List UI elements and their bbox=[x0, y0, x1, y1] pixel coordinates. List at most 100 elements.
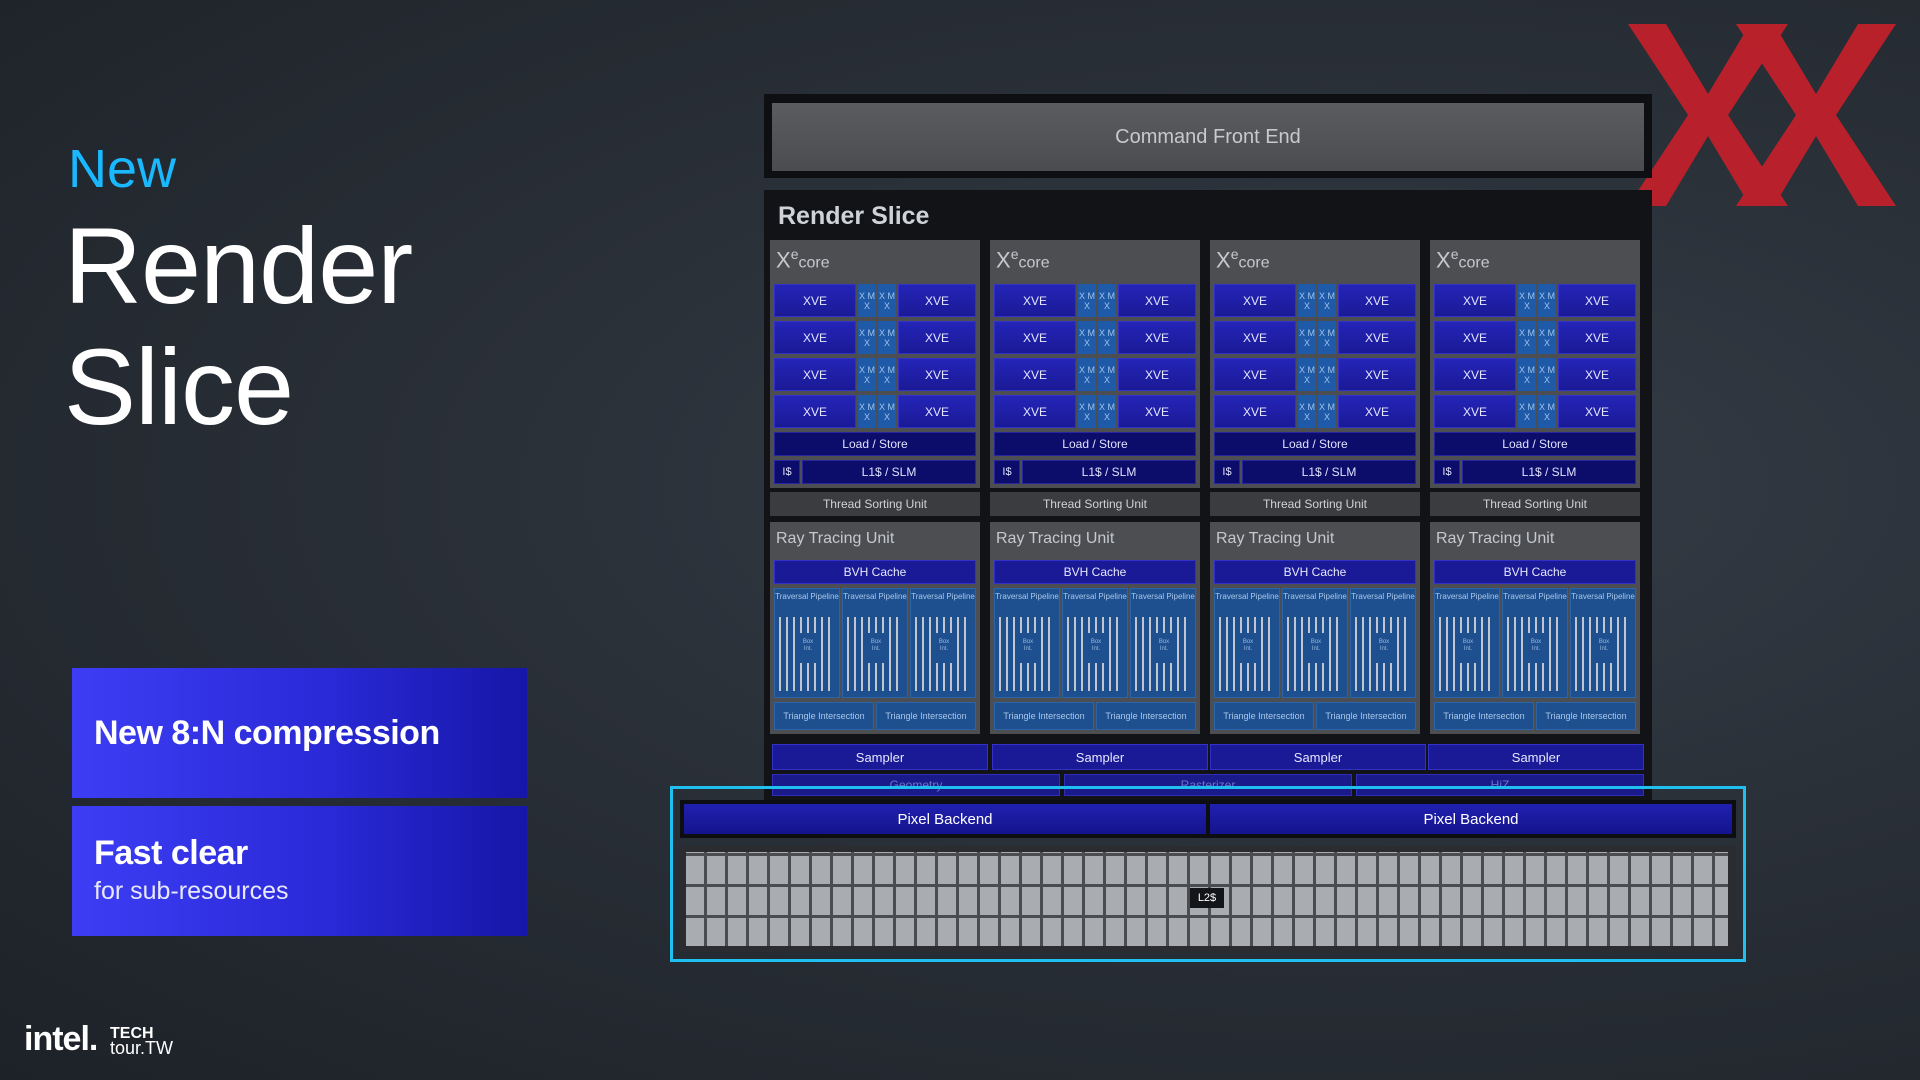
xve-unit: XVE bbox=[994, 321, 1076, 354]
xmx-unit: X M X bbox=[1318, 321, 1336, 354]
xve-unit: XVE bbox=[994, 284, 1076, 317]
xe-core-3: Xecore XVE X M X X M X XVE XVE X M X X M… bbox=[1210, 240, 1420, 488]
bvh-cache: BVH Cache bbox=[1434, 560, 1636, 584]
xve-unit: XVE bbox=[1558, 358, 1636, 391]
l1-slm: L1$ / SLM bbox=[1462, 460, 1636, 484]
xve-unit: XVE bbox=[1434, 358, 1516, 391]
xe-core-label: Xecore bbox=[1436, 246, 1490, 273]
bvh-cache: BVH Cache bbox=[1214, 560, 1416, 584]
xve-row: XVE X M X X M X XVE bbox=[774, 284, 976, 317]
xve-unit: XVE bbox=[1118, 284, 1196, 317]
sampler-unit: Sampler bbox=[992, 744, 1208, 770]
xve-unit: XVE bbox=[774, 284, 856, 317]
instruction-cache: I$ bbox=[774, 460, 800, 484]
instruction-cache: I$ bbox=[1434, 460, 1460, 484]
traversal-pipeline-label: Traversal Pipeline bbox=[1283, 592, 1347, 601]
box-intersection: Box Int. bbox=[1155, 633, 1173, 663]
instruction-cache: I$ bbox=[1214, 460, 1240, 484]
xve-row: XVE X M X X M X XVE bbox=[1434, 321, 1636, 354]
xmx-unit: X M X bbox=[1318, 284, 1336, 317]
l1-slm: L1$ / SLM bbox=[1242, 460, 1416, 484]
xmx-unit: X M X bbox=[858, 321, 876, 354]
xmx-unit: X M X bbox=[858, 358, 876, 391]
thread-sorting-unit: Thread Sorting Unit bbox=[1430, 492, 1640, 516]
intel-logo: intel. bbox=[24, 1020, 98, 1058]
thread-sorting-unit: Thread Sorting Unit bbox=[1210, 492, 1420, 516]
xve-row: XVE X M X X M X XVE bbox=[994, 284, 1196, 317]
xve-unit: XVE bbox=[1118, 395, 1196, 428]
xmx-unit: X M X bbox=[1078, 358, 1096, 391]
xve-row: XVE X M X X M X XVE bbox=[1214, 358, 1416, 391]
techtour-logo: TECH tour.TW bbox=[110, 1026, 173, 1058]
title-slice: Slice bbox=[64, 326, 294, 447]
xve-unit: XVE bbox=[1558, 284, 1636, 317]
xve-row: XVE X M X X M X XVE bbox=[994, 321, 1196, 354]
traversal-pipeline-label: Traversal Pipeline bbox=[1351, 592, 1415, 601]
xve-unit: XVE bbox=[898, 284, 976, 317]
xve-unit: XVE bbox=[774, 358, 856, 391]
command-front-end: Command Front End bbox=[772, 103, 1644, 171]
xmx-unit: X M X bbox=[1538, 321, 1556, 354]
thread-sorting-unit: Thread Sorting Unit bbox=[770, 492, 980, 516]
xmx-unit: X M X bbox=[1098, 358, 1116, 391]
highlight-box bbox=[670, 786, 1746, 962]
xve-unit: XVE bbox=[1338, 321, 1416, 354]
xmx-unit: X M X bbox=[1098, 395, 1116, 428]
xve-unit: XVE bbox=[1338, 358, 1416, 391]
traversal-pipeline-label: Traversal Pipeline bbox=[1215, 592, 1279, 601]
xve-unit: XVE bbox=[1118, 358, 1196, 391]
xmx-unit: X M X bbox=[1518, 321, 1536, 354]
xmx-unit: X M X bbox=[878, 358, 896, 391]
xve-unit: XVE bbox=[1434, 321, 1516, 354]
xve-unit: XVE bbox=[1118, 321, 1196, 354]
sampler-unit: Sampler bbox=[1210, 744, 1426, 770]
xve-unit: XVE bbox=[994, 395, 1076, 428]
box-intersection: Box Int. bbox=[799, 633, 817, 663]
xe-core-label: Xecore bbox=[1216, 246, 1270, 273]
traversal-pipeline: Traversal Pipeline Box Int. bbox=[1214, 588, 1280, 698]
render-slice-title: Render Slice bbox=[778, 202, 930, 230]
load-store-unit: Load / Store bbox=[1214, 432, 1416, 456]
load-store-unit: Load / Store bbox=[994, 432, 1196, 456]
xmx-unit: X M X bbox=[1298, 395, 1316, 428]
box-intersection: Box Int. bbox=[935, 633, 953, 663]
traversal-pipeline: Traversal Pipeline Box Int. bbox=[1502, 588, 1568, 698]
l1-slm: L1$ / SLM bbox=[802, 460, 976, 484]
xmx-unit: X M X bbox=[1078, 395, 1096, 428]
xve-unit: XVE bbox=[774, 321, 856, 354]
xmx-unit: X M X bbox=[1318, 358, 1336, 391]
xe-core-label: Xecore bbox=[996, 246, 1050, 273]
xe-core-label: Xecore bbox=[776, 246, 830, 273]
xve-row: XVE X M X X M X XVE bbox=[1214, 284, 1416, 317]
xmx-unit: X M X bbox=[878, 284, 896, 317]
xve-row: XVE X M X X M X XVE bbox=[994, 395, 1196, 428]
box-intersection: Box Int. bbox=[867, 633, 885, 663]
bvh-cache: BVH Cache bbox=[994, 560, 1196, 584]
feature-compression: New 8:N compression bbox=[72, 668, 527, 798]
xmx-unit: X M X bbox=[1098, 284, 1116, 317]
traversal-pipeline-label: Traversal Pipeline bbox=[1063, 592, 1127, 601]
xmx-unit: X M X bbox=[1298, 284, 1316, 317]
xe-core-1: Xecore XVE X M X X M X XVE XVE X M X X M… bbox=[770, 240, 980, 488]
xmx-unit: X M X bbox=[1538, 395, 1556, 428]
load-store-unit: Load / Store bbox=[1434, 432, 1636, 456]
xmx-unit: X M X bbox=[1538, 358, 1556, 391]
traversal-pipeline: Traversal Pipeline Box Int. bbox=[1350, 588, 1416, 698]
traversal-pipeline-label: Traversal Pipeline bbox=[911, 592, 975, 601]
traversal-pipeline: Traversal Pipeline Box Int. bbox=[774, 588, 840, 698]
xmx-unit: X M X bbox=[1298, 358, 1316, 391]
title-new: New bbox=[68, 139, 177, 199]
traversal-pipeline: Traversal Pipeline Box Int. bbox=[1062, 588, 1128, 698]
box-intersection: Box Int. bbox=[1375, 633, 1393, 663]
l1-slm: L1$ / SLM bbox=[1022, 460, 1196, 484]
instruction-cache: I$ bbox=[994, 460, 1020, 484]
ray-tracing-unit-3: Ray Tracing Unit BVH Cache Traversal Pip… bbox=[1210, 522, 1420, 734]
xve-unit: XVE bbox=[1558, 395, 1636, 428]
triangle-intersection: Triangle Intersection bbox=[1214, 702, 1314, 730]
xve-unit: XVE bbox=[898, 321, 976, 354]
xve-unit: XVE bbox=[1434, 395, 1516, 428]
traversal-pipeline-label: Traversal Pipeline bbox=[843, 592, 907, 601]
title-render: Render bbox=[64, 205, 413, 326]
ray-tracing-unit-label: Ray Tracing Unit bbox=[776, 530, 895, 547]
traversal-pipeline-label: Traversal Pipeline bbox=[995, 592, 1059, 601]
